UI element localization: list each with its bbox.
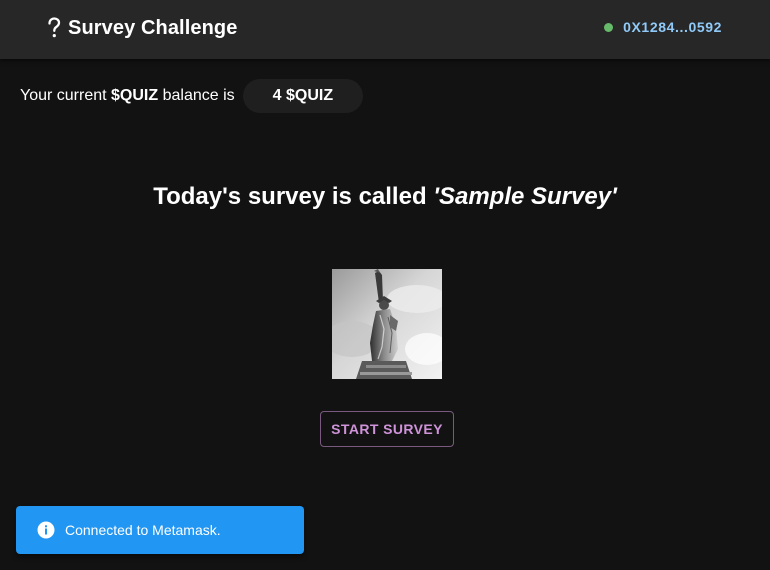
- balance-chip: 4 $QUIZ: [242, 79, 364, 113]
- balance-token: $QUIZ: [111, 87, 159, 104]
- balance-suffix: balance is: [162, 87, 235, 104]
- balance-row: Your current $QUIZ balance is 4 $QUIZ: [20, 79, 364, 113]
- survey-title: Today's survey is called 'Sample Survey': [0, 183, 770, 211]
- question-mark-icon: [44, 14, 64, 42]
- app-bar: Survey Challenge 0X1284...0592: [0, 0, 770, 59]
- connection-status-icon: [604, 22, 614, 32]
- survey-name: 'Sample Survey': [433, 183, 617, 210]
- survey-image: [332, 269, 442, 379]
- app-title: Survey Challenge: [68, 16, 238, 39]
- balance-prefix: Your current: [20, 87, 107, 104]
- app-root: Survey Challenge 0X1284...0592 Your curr…: [0, 0, 770, 570]
- connection-snackbar: Connected to Metamask.: [16, 506, 304, 554]
- survey-title-prefix: Today's survey is called: [153, 183, 427, 210]
- start-survey-button[interactable]: START SURVEY: [320, 411, 454, 447]
- wallet-address-button[interactable]: 0X1284...0592: [604, 17, 722, 37]
- snackbar-message: Connected to Metamask.: [65, 522, 221, 538]
- brand: Survey Challenge: [44, 14, 237, 42]
- info-icon: [37, 521, 55, 539]
- wallet-address: 0X1284...0592: [623, 19, 722, 35]
